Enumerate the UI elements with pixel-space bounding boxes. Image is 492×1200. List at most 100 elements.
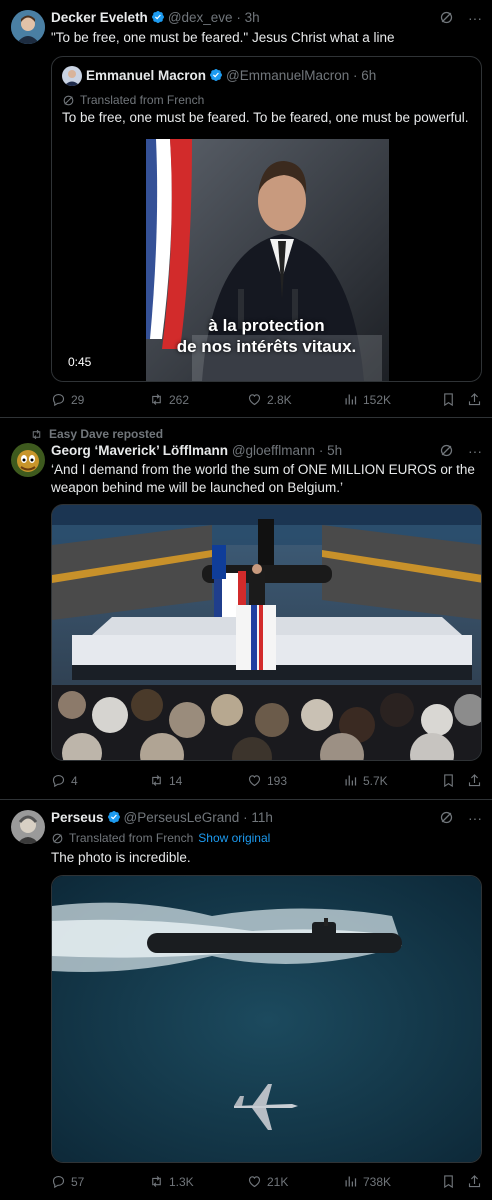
- share-button[interactable]: [467, 392, 482, 407]
- tweet-top-icons: ···: [439, 443, 482, 459]
- quoted-author-handle[interactable]: @EmmanuelMacron: [226, 68, 349, 83]
- quoted-tweet-time[interactable]: 6h: [361, 68, 376, 83]
- tweet-actions: 57 1.3K 21K 738K: [51, 1174, 482, 1189]
- repost-button[interactable]: 1.3K: [149, 1174, 247, 1189]
- translated-notice: Translated from French: [62, 93, 204, 107]
- dot-separator: ·: [349, 68, 362, 83]
- repost-button[interactable]: 262: [149, 392, 247, 407]
- view-count: 738K: [363, 1174, 392, 1189]
- tweet-perseus[interactable]: Perseus @PerseusLeGrand · 11h ··· Transla…: [0, 800, 492, 1200]
- avatar-decker[interactable]: [11, 10, 45, 44]
- quoted-author-name[interactable]: Emmanuel Macron: [86, 68, 206, 83]
- social-context-label: Easy Dave reposted: [49, 427, 164, 441]
- tweet-time[interactable]: 11h: [251, 810, 273, 825]
- video-caption-line1: à la protection: [208, 316, 325, 335]
- bookmark-button[interactable]: [441, 1174, 467, 1189]
- verified-badge-icon: [209, 68, 223, 82]
- views-button[interactable]: 152K: [343, 392, 441, 407]
- tweet-actions: 29 262 2.8K 152K: [51, 392, 482, 407]
- share-button[interactable]: [467, 1174, 482, 1189]
- like-icon: [247, 392, 262, 407]
- reply-icon: [51, 392, 66, 407]
- like-count: 21K: [267, 1174, 289, 1189]
- tweet-actions: 4 14 193 5.7K: [51, 773, 482, 788]
- photo-image: [52, 505, 481, 760]
- like-button[interactable]: 193: [247, 773, 343, 788]
- repost-button[interactable]: 14: [149, 773, 247, 788]
- reply-icon: [51, 1174, 66, 1189]
- show-original-link[interactable]: Show original: [198, 831, 270, 845]
- translate-icon: [51, 832, 64, 845]
- reply-icon: [51, 773, 66, 788]
- translate-icon: [62, 94, 75, 107]
- quoted-tweet[interactable]: Emmanuel Macron @EmmanuelMacron · 6h Tran…: [51, 56, 482, 382]
- bookmark-icon: [441, 773, 456, 788]
- bookmark-button[interactable]: [441, 392, 467, 407]
- view-count: 5.7K: [363, 773, 388, 788]
- reply-count: 4: [71, 773, 78, 788]
- repost-icon: [149, 392, 164, 407]
- repost-icon: [149, 1174, 164, 1189]
- tweet-time[interactable]: 3h: [245, 10, 260, 25]
- avatar-perseus[interactable]: [11, 810, 45, 844]
- quoted-tweet-header: Emmanuel Macron @EmmanuelMacron · 6h: [86, 68, 473, 83]
- tweet-text: The photo is incredible.: [51, 850, 191, 865]
- bookmark-icon: [441, 392, 456, 407]
- photo-image: [52, 876, 481, 1162]
- share-button[interactable]: [467, 773, 482, 788]
- tweet-header: Georg ‘Maverick’ Löfflmann @gloefflmann …: [51, 443, 432, 458]
- view-count: 152K: [363, 392, 392, 407]
- author-name[interactable]: Georg ‘Maverick’ Löfflmann: [51, 443, 228, 458]
- dot-separator: ·: [315, 443, 328, 458]
- more-options-icon[interactable]: ···: [468, 810, 482, 826]
- photo-submarine[interactable]: [51, 875, 482, 1163]
- social-context[interactable]: Easy Dave reposted: [30, 427, 163, 441]
- tweet-decker[interactable]: Decker Eveleth @dex_eve · 3h ··· "To be f…: [0, 0, 492, 418]
- reply-button[interactable]: 4: [51, 773, 149, 788]
- author-name[interactable]: Decker Eveleth: [51, 10, 148, 25]
- grok-icon[interactable]: [439, 443, 454, 458]
- more-options-icon[interactable]: ···: [468, 10, 482, 26]
- repost-count: 1.3K: [169, 1174, 194, 1189]
- avatar-macron[interactable]: [62, 66, 82, 86]
- like-icon: [247, 1174, 262, 1189]
- repost-count: 14: [169, 773, 183, 788]
- bookmark-button[interactable]: [441, 773, 467, 788]
- share-icon: [467, 773, 482, 788]
- photo-shipyard[interactable]: [51, 504, 482, 761]
- like-button[interactable]: 21K: [247, 1174, 343, 1189]
- grok-icon[interactable]: [439, 10, 454, 25]
- tweet-georg[interactable]: Easy Dave reposted Georg ‘Maverick’ Löff…: [0, 418, 492, 800]
- video-player[interactable]: à la protection de nos intérêts vitaux. …: [52, 139, 481, 381]
- translated-notice: Translated from French Show original: [51, 831, 270, 845]
- grok-icon[interactable]: [439, 810, 454, 825]
- author-handle[interactable]: @PerseusLeGrand: [124, 810, 240, 825]
- avatar-image: [11, 810, 45, 844]
- verified-badge-icon: [107, 810, 121, 824]
- author-name[interactable]: Perseus: [51, 810, 104, 825]
- reply-count: 57: [71, 1174, 85, 1189]
- author-handle[interactable]: @dex_eve: [168, 10, 233, 25]
- tweet-header: Perseus @PerseusLeGrand · 11h: [51, 810, 432, 825]
- repost-count: 262: [169, 392, 190, 407]
- quoted-tweet-text: To be free, one must be feared. To be fe…: [62, 110, 469, 125]
- translated-label: Translated from French: [69, 831, 194, 845]
- reply-button[interactable]: 29: [51, 392, 149, 407]
- avatar-georg[interactable]: [11, 443, 45, 477]
- reply-button[interactable]: 57: [51, 1174, 149, 1189]
- author-handle[interactable]: @gloefflmann: [232, 443, 315, 458]
- views-button[interactable]: 5.7K: [343, 773, 441, 788]
- translated-label: Translated from French: [80, 93, 205, 107]
- views-button[interactable]: 738K: [343, 1174, 441, 1189]
- tweet-time[interactable]: 5h: [327, 443, 342, 458]
- views-icon: [343, 773, 358, 788]
- more-options-icon[interactable]: ···: [468, 443, 482, 459]
- video-duration: 0:45: [68, 355, 92, 369]
- share-icon: [467, 1174, 482, 1189]
- dot-separator: ·: [232, 10, 245, 25]
- like-button[interactable]: 2.8K: [247, 392, 343, 407]
- repost-icon: [149, 773, 164, 788]
- tweet-header: Decker Eveleth @dex_eve · 3h: [51, 10, 432, 25]
- share-icon: [467, 392, 482, 407]
- repost-context-icon: [30, 428, 43, 441]
